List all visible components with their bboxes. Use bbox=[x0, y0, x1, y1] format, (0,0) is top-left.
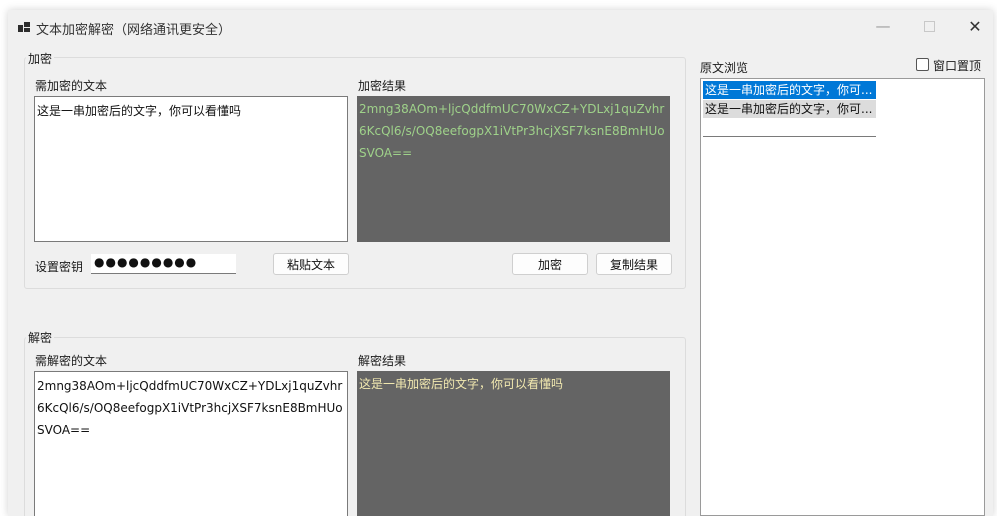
decrypt-input[interactable]: 2mng38AOm+ljcQddfmUC70WxCZ+YDLxj1quZvhr6… bbox=[34, 371, 348, 516]
decrypt-result[interactable]: 这是一串加密后的文字，你可以看懂吗 bbox=[357, 371, 670, 516]
window-title: 文本加密解密（网络通讯更安全） bbox=[36, 23, 232, 38]
key-input[interactable]: ●●●●●●●●● bbox=[91, 254, 236, 274]
maximize-button[interactable] bbox=[906, 10, 952, 42]
title-bar[interactable]: 文本加密解密（网络通讯更安全） — ✕ bbox=[8, 10, 993, 44]
list-item-editor[interactable] bbox=[703, 119, 876, 137]
app-icon bbox=[18, 22, 30, 32]
encrypt-input[interactable]: 这是一串加密后的文字，你可以看懂吗 bbox=[34, 96, 348, 242]
topmost-label[interactable]: 窗口置顶 bbox=[933, 57, 981, 74]
decrypt-result-label: 解密结果 bbox=[358, 354, 407, 368]
app-window: 文本加密解密（网络通讯更安全） — ✕ 加密 需加密的文本 这是一串加密后的文字… bbox=[8, 10, 993, 516]
preview-label: 原文浏览 bbox=[700, 61, 749, 75]
encrypt-result[interactable]: 2mng38AOm+ljcQddfmUC70WxCZ+YDLxj1quZvhr6… bbox=[357, 96, 670, 242]
encrypt-group-label: 加密 bbox=[26, 50, 55, 67]
encrypt-result-label: 加密结果 bbox=[358, 79, 407, 93]
minimize-icon: — bbox=[875, 17, 891, 35]
close-icon: ✕ bbox=[968, 16, 982, 36]
encrypt-input-label: 需加密的文本 bbox=[35, 79, 108, 93]
encrypt-button[interactable]: 加密 bbox=[512, 253, 588, 275]
list-item[interactable]: 这是一串加密后的文字，你可... bbox=[703, 81, 876, 99]
decrypt-input-label: 需解密的文本 bbox=[35, 354, 108, 368]
list-item[interactable]: 这是一串加密后的文字，你可... bbox=[703, 100, 876, 118]
topmost-checkbox[interactable] bbox=[916, 58, 929, 71]
copy-result-button[interactable]: 复制结果 bbox=[596, 253, 672, 275]
paste-button[interactable]: 粘贴文本 bbox=[273, 253, 349, 275]
decrypt-group-label: 解密 bbox=[26, 329, 55, 346]
preview-list[interactable]: 这是一串加密后的文字，你可... 这是一串加密后的文字，你可... bbox=[700, 78, 985, 516]
close-button[interactable]: ✕ bbox=[952, 10, 993, 42]
minimize-button[interactable]: — bbox=[860, 10, 906, 42]
maximize-icon bbox=[923, 20, 935, 32]
key-label: 设置密钥 bbox=[35, 260, 84, 274]
